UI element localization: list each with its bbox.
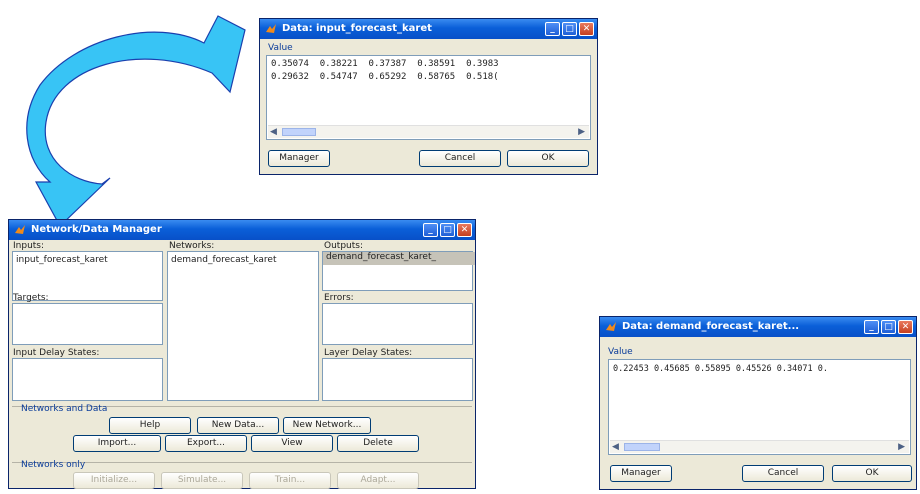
close-icon: ✕	[460, 225, 469, 235]
minimize-icon: _	[869, 322, 874, 332]
new-network-button[interactable]: New Network...	[283, 417, 371, 434]
networks-and-data-label: Networks and Data	[21, 404, 108, 414]
value-textarea[interactable]: 0.22453 0.45685 0.55895 0.45526 0.34071 …	[608, 359, 911, 455]
maximize-button[interactable]: □	[881, 320, 896, 334]
new-data-button[interactable]: New Data...	[197, 417, 279, 434]
layer-delay-states-label: Layer Delay States:	[324, 348, 413, 358]
value-line: 0.35074 0.38221 0.37387 0.38591 0.3983	[271, 59, 499, 69]
ok-button[interactable]: OK	[507, 150, 589, 167]
dialog-title: Data: input_forecast_karet	[282, 23, 432, 34]
maximize-icon: □	[565, 24, 574, 34]
maximize-button[interactable]: □	[440, 223, 455, 237]
manager-button[interactable]: Manager	[268, 150, 330, 167]
data-dialog-input: Data: input_forecast_karet _ □ ✕ Value 0…	[259, 18, 598, 175]
simulate-button[interactable]: Simulate...	[161, 472, 243, 489]
scroll-thumb[interactable]	[282, 128, 316, 136]
list-item[interactable]: demand_forecast_karet_	[323, 252, 475, 265]
errors-label: Errors:	[324, 293, 354, 303]
export-button[interactable]: Export...	[165, 435, 247, 452]
scroll-right-icon[interactable]: ▶	[578, 126, 585, 138]
cancel-button[interactable]: Cancel	[419, 150, 501, 167]
close-icon: ✕	[901, 322, 910, 332]
help-button[interactable]: Help	[109, 417, 191, 434]
input-delay-states-label: Input Delay States:	[13, 348, 100, 358]
layer-delay-states-list[interactable]	[322, 358, 473, 401]
matlab-icon	[15, 225, 25, 234]
cancel-button[interactable]: Cancel	[742, 465, 824, 482]
horizontal-scrollbar[interactable]: ◀ ▶	[268, 125, 589, 138]
minimize-icon: _	[428, 225, 433, 235]
dialog-titlebar[interactable]: Data: input_forecast_karet _ □ ✕	[260, 19, 597, 39]
value-line: 0.22453 0.45685 0.55895 0.45526 0.34071 …	[613, 364, 828, 374]
manager-button[interactable]: Manager	[610, 465, 672, 482]
horizontal-scrollbar[interactable]: ◀ ▶	[610, 440, 909, 453]
manager-titlebar[interactable]: Network/Data Manager _ □ ✕	[9, 220, 475, 240]
dialog-title: Data: demand_forecast_karet...	[622, 321, 800, 332]
scroll-right-icon[interactable]: ▶	[898, 441, 905, 453]
data-dialog-demand: Data: demand_forecast_karet... _ □ ✕ Val…	[599, 316, 917, 490]
minimize-button[interactable]: _	[864, 320, 879, 334]
targets-list[interactable]	[12, 303, 163, 345]
outputs-list[interactable]: demand_forecast_karet_	[322, 251, 475, 291]
value-label: Value	[268, 43, 293, 53]
adapt-button[interactable]: Adapt...	[337, 472, 419, 489]
minimize-button[interactable]: _	[545, 22, 560, 36]
train-button[interactable]: Train...	[249, 472, 331, 489]
outputs-label: Outputs:	[324, 241, 363, 251]
maximize-icon: □	[443, 225, 452, 235]
dialog-titlebar[interactable]: Data: demand_forecast_karet... _ □ ✕	[600, 317, 916, 337]
targets-label: Targets:	[13, 293, 49, 303]
curved-arrow-shape	[26, 15, 246, 227]
minimize-icon: _	[550, 24, 555, 34]
scroll-thumb[interactable]	[624, 443, 660, 451]
value-line: 0.29632 0.54747 0.65292 0.58765 0.518(	[271, 72, 499, 82]
networks-label: Networks:	[169, 241, 215, 251]
networks-only-label: Networks only	[21, 460, 86, 470]
networks-list[interactable]: demand_forecast_karet	[167, 251, 319, 401]
close-button[interactable]: ✕	[898, 320, 913, 334]
value-textarea[interactable]: 0.35074 0.38221 0.37387 0.38591 0.3983 0…	[266, 55, 591, 140]
manager-title: Network/Data Manager	[31, 224, 162, 235]
close-button[interactable]: ✕	[457, 223, 472, 237]
delete-button[interactable]: Delete	[337, 435, 419, 452]
inputs-label: Inputs:	[13, 241, 45, 251]
ok-button[interactable]: OK	[832, 465, 912, 482]
network-data-manager-window: Network/Data Manager _ □ ✕ Inputs: input…	[8, 219, 476, 489]
matlab-icon	[266, 24, 276, 33]
close-icon: ✕	[582, 24, 591, 34]
minimize-button[interactable]: _	[423, 223, 438, 237]
errors-list[interactable]	[322, 303, 473, 345]
value-label: Value	[608, 347, 633, 357]
input-delay-states-list[interactable]	[12, 358, 163, 401]
close-button[interactable]: ✕	[579, 22, 594, 36]
scroll-left-icon[interactable]: ◀	[612, 441, 619, 453]
list-item[interactable]: input_forecast_karet	[16, 255, 108, 265]
maximize-button[interactable]: □	[562, 22, 577, 36]
list-item[interactable]: demand_forecast_karet	[171, 255, 276, 265]
import-button[interactable]: Import...	[73, 435, 161, 452]
view-button[interactable]: View	[251, 435, 333, 452]
initialize-button[interactable]: Initialize...	[73, 472, 155, 489]
maximize-icon: □	[884, 322, 893, 332]
matlab-icon	[606, 322, 616, 331]
scroll-left-icon[interactable]: ◀	[270, 126, 277, 138]
